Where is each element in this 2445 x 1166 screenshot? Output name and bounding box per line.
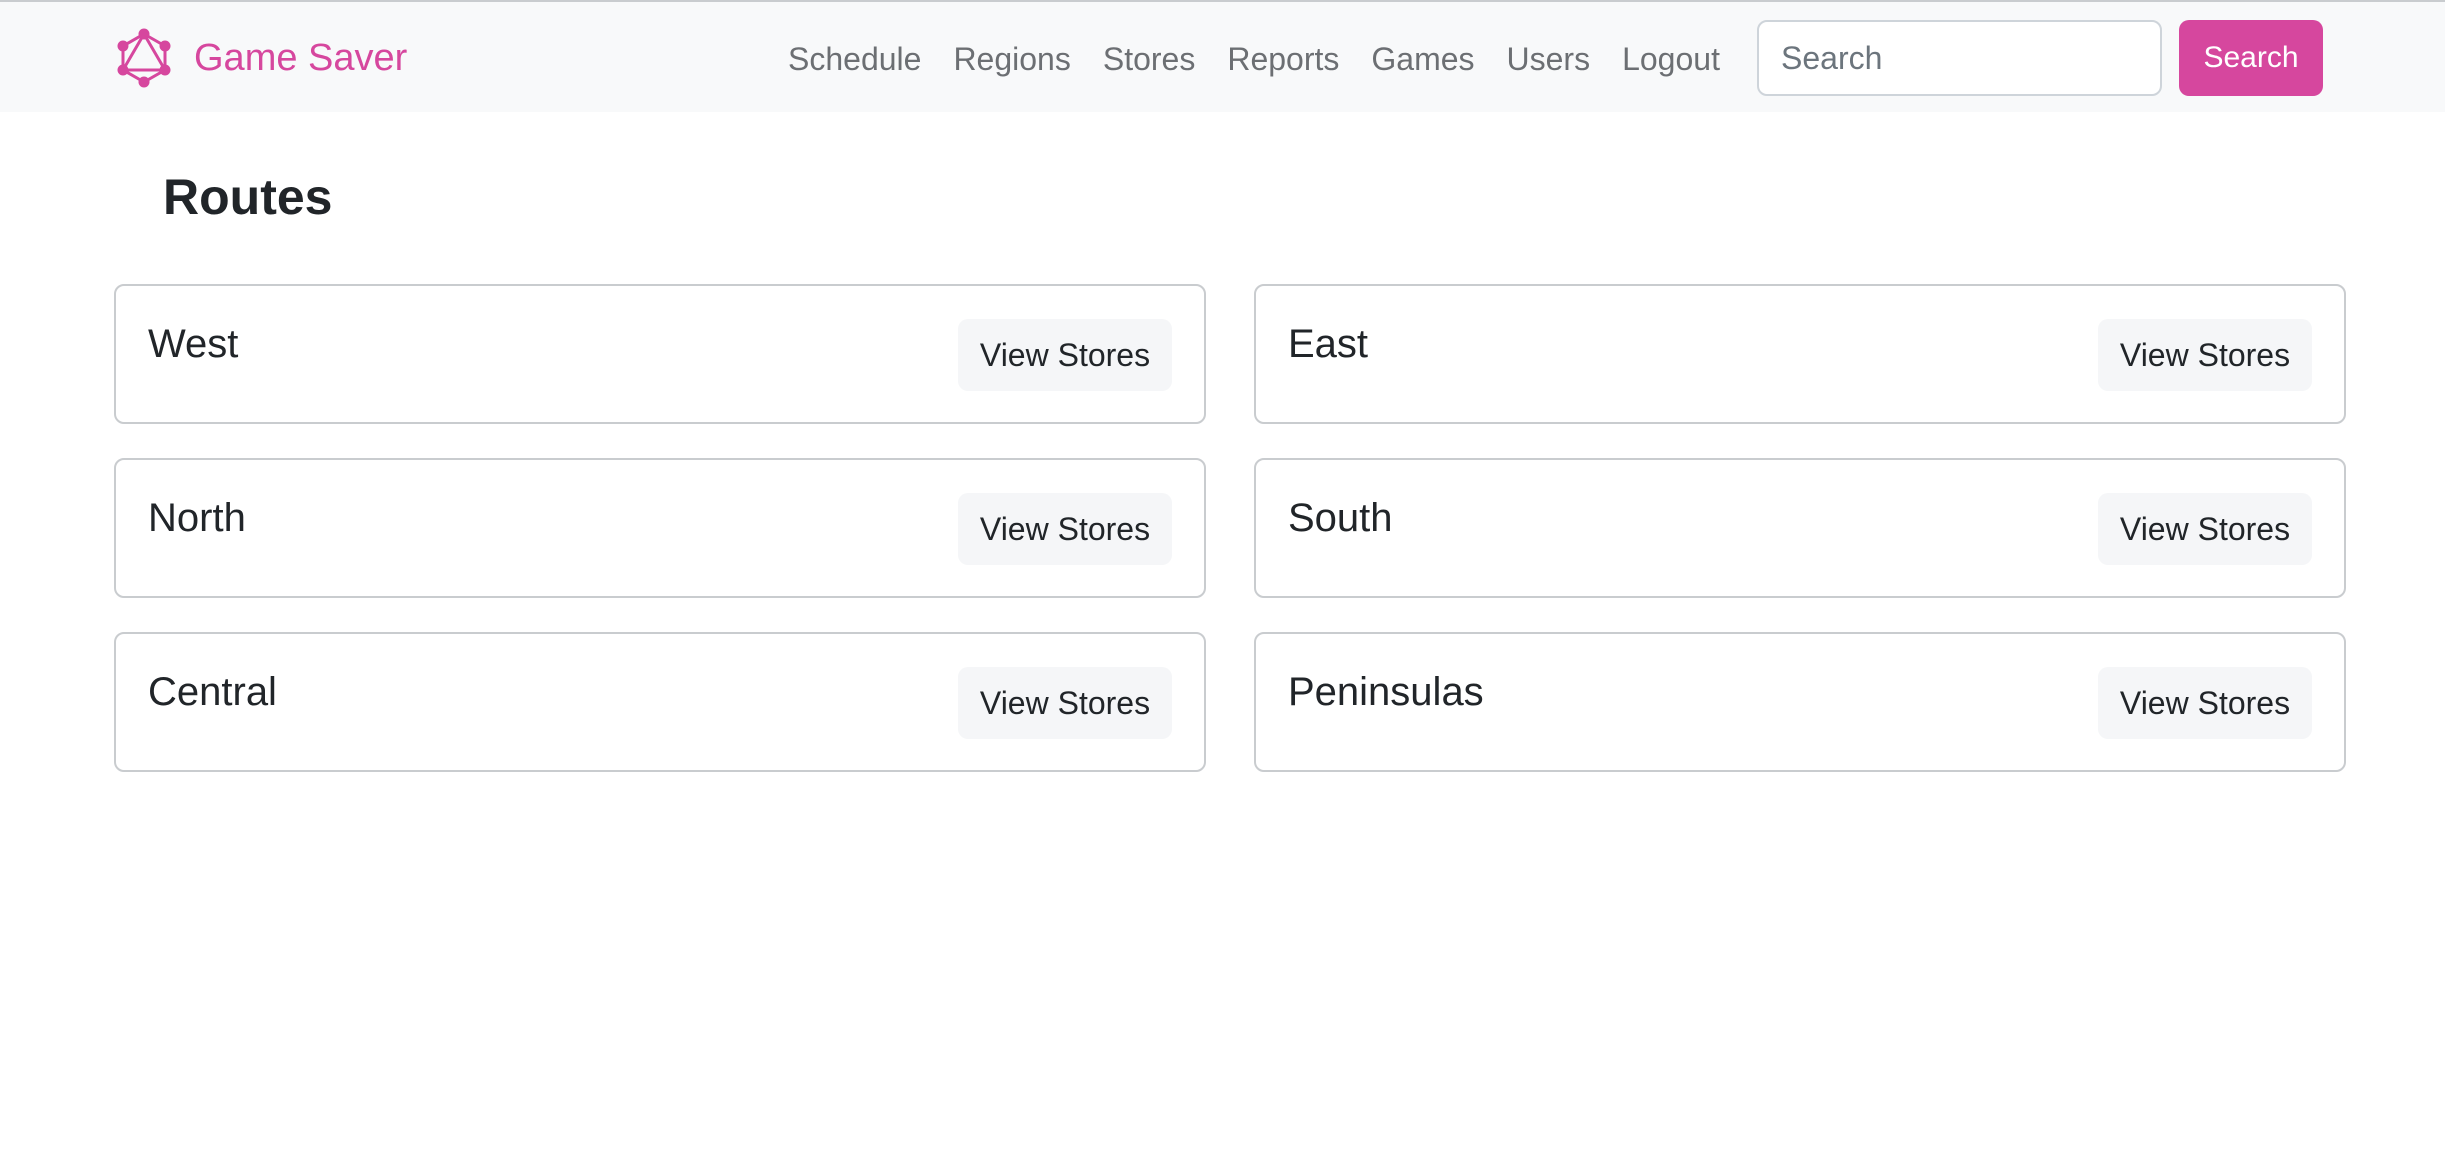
nav-link-schedule[interactable]: Schedule [788, 41, 921, 78]
route-name: South [1288, 496, 1393, 540]
routes-grid: West View Stores East View Stores North … [114, 284, 2346, 772]
route-card-peninsulas: Peninsulas View Stores [1254, 632, 2346, 772]
nav-link-users[interactable]: Users [1507, 41, 1591, 78]
page-title: Routes [163, 169, 333, 225]
brand-link[interactable]: Game Saver [114, 26, 407, 90]
nav-link-reports[interactable]: Reports [1227, 41, 1339, 78]
graph-network-icon [114, 28, 174, 88]
route-name: East [1288, 322, 1369, 366]
nav-link-regions[interactable]: Regions [953, 41, 1070, 78]
route-card-west: West View Stores [114, 284, 1206, 424]
view-stores-button-peninsulas[interactable]: View Stores [2098, 667, 2312, 739]
route-name: Peninsulas [1288, 670, 1484, 714]
route-card-south: South View Stores [1254, 458, 2346, 598]
nav-link-games[interactable]: Games [1371, 41, 1474, 78]
view-stores-button-central[interactable]: View Stores [958, 667, 1172, 739]
route-card-east: East View Stores [1254, 284, 2346, 424]
nav-link-logout[interactable]: Logout [1622, 41, 1720, 78]
route-name: North [148, 496, 246, 540]
search-button[interactable]: Search [2179, 20, 2323, 96]
brand-name: Game Saver [194, 36, 408, 79]
view-stores-button-east[interactable]: View Stores [2098, 319, 2312, 391]
route-card-north: North View Stores [114, 458, 1206, 598]
view-stores-button-west[interactable]: View Stores [958, 319, 1172, 391]
route-name: Central [148, 670, 277, 714]
top-navbar: Game Saver Schedule Regions Stores Repor… [0, 0, 2445, 112]
search-input[interactable] [1757, 20, 2162, 96]
route-card-central: Central View Stores [114, 632, 1206, 772]
nav-links: Schedule Regions Stores Reports Games Us… [788, 34, 1720, 84]
view-stores-button-north[interactable]: View Stores [958, 493, 1172, 565]
nav-link-stores[interactable]: Stores [1103, 41, 1195, 78]
view-stores-button-south[interactable]: View Stores [2098, 493, 2312, 565]
route-name: West [148, 322, 239, 366]
